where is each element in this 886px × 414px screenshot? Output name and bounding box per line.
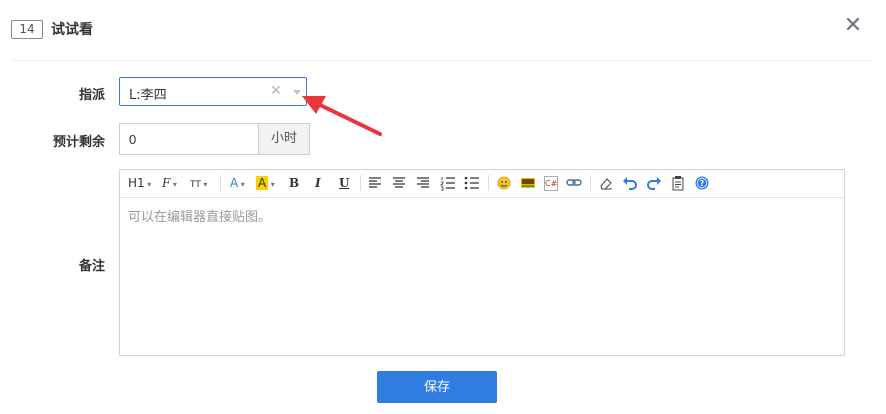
heading-dropdown[interactable]: H1 ▾ [128,174,151,192]
bullet-list-icon[interactable] [464,174,480,192]
remaining-hours-input[interactable] [119,123,259,155]
clear-icon[interactable]: ✕ [270,83,282,99]
align-right-icon[interactable] [416,174,430,192]
paste-icon[interactable] [670,174,686,192]
help-icon[interactable]: ? [694,174,710,192]
svg-text:?: ? [700,179,705,188]
header-divider [12,60,872,61]
toolbar-divider [488,175,489,191]
editor-placeholder: 可以在编辑器直接贴图。 [128,210,272,225]
toolbar-divider [220,175,221,191]
font-size-dropdown[interactable]: TT ▾ [190,174,207,192]
note-label: 备注 [78,259,105,274]
redo-icon[interactable] [646,174,662,192]
eraser-icon[interactable] [598,174,614,192]
emoji-icon[interactable] [496,174,512,192]
code-block-button[interactable]: C# [544,176,558,191]
underline-button[interactable]: U [339,174,349,192]
assignee-value: L:李四 [129,88,167,103]
italic-button[interactable]: I [315,174,321,192]
id-badge: 14 [11,20,43,39]
toolbar-divider [360,175,361,191]
save-button[interactable]: 保存 [377,371,497,403]
editor-toolbar: H1 ▾ F ▾ TT ▾ A ▾ A ▾ B I U C# ? [120,170,844,198]
close-icon[interactable]: ✕ [843,15,863,37]
highlight-dropdown[interactable]: A ▾ [256,174,275,192]
assign-label: 指派 [78,88,105,103]
rich-text-editor[interactable]: H1 ▾ F ▾ TT ▾ A ▾ A ▾ B I U C# ? 可以在编辑器直… [119,169,845,356]
hours-unit-addon: 小时 [258,123,310,155]
toolbar-divider [590,175,591,191]
font-family-dropdown[interactable]: F ▾ [162,174,177,192]
ordered-list-icon[interactable] [440,174,456,192]
assignee-select[interactable]: L:李四 ✕ [119,77,307,106]
modal-header: 14 试试看 ✕ [0,0,886,60]
remaining-label: 预计剩余 [52,135,105,150]
undo-icon[interactable] [622,174,638,192]
font-color-dropdown[interactable]: A ▾ [230,174,245,192]
align-center-icon[interactable] [392,174,406,192]
link-icon[interactable] [566,174,582,192]
image-icon[interactable] [520,174,536,192]
align-left-icon[interactable] [368,174,382,192]
dialog-title: 试试看 [51,22,93,38]
bold-button[interactable]: B [289,174,299,192]
